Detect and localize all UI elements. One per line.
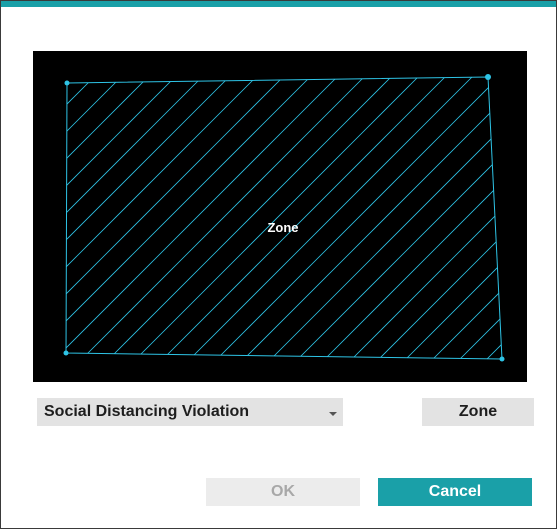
zone-vertex-handle[interactable]: [499, 356, 505, 362]
hatch-line: [355, 77, 502, 359]
dialog-top-bar: [1, 1, 556, 7]
hatch-line: [166, 77, 499, 359]
hatch-line: [112, 77, 445, 359]
hatch-line: [490, 77, 502, 359]
video-canvas[interactable]: Zone: [33, 51, 527, 382]
ok-button[interactable]: OK: [206, 478, 360, 506]
hatch-line: [66, 77, 121, 359]
event-type-select[interactable]: Social Distancing Violation: [37, 398, 343, 426]
hatch-line: [66, 77, 175, 359]
zone-button[interactable]: Zone: [422, 398, 534, 426]
hatch-line: [85, 77, 418, 359]
zone-drawing[interactable]: Zone: [33, 51, 527, 382]
zone-vertex-handle[interactable]: [64, 80, 70, 86]
hatch-line: [409, 77, 502, 359]
hatch-line: [301, 77, 502, 359]
hatch-line: [382, 77, 502, 359]
hatch-line: [66, 77, 94, 359]
hatch-line: [66, 77, 391, 359]
zone-polygon[interactable]: [65, 76, 503, 360]
zone-hatch: [66, 77, 502, 359]
hatch-line: [436, 77, 502, 359]
hatch-line: [328, 77, 502, 359]
hatch-line: [247, 77, 502, 359]
event-type-value: Social Distancing Violation: [44, 403, 250, 420]
hatch-line: [193, 77, 502, 359]
hatch-line: [66, 77, 364, 359]
hatch-line: [66, 77, 229, 359]
zone-vertex-handle[interactable]: [63, 350, 69, 356]
hatch-line: [66, 77, 337, 359]
zone-label: Zone: [267, 220, 298, 235]
zone-dialog: Zone Social Distancing Violation Zone OK…: [0, 0, 557, 529]
chevron-down-icon: [329, 412, 337, 416]
cancel-button[interactable]: Cancel: [378, 478, 532, 506]
hatch-line: [139, 77, 472, 359]
hatch-line: [463, 77, 502, 359]
zone-vertex-handle[interactable]: [485, 74, 491, 80]
hatch-line: [220, 77, 502, 359]
